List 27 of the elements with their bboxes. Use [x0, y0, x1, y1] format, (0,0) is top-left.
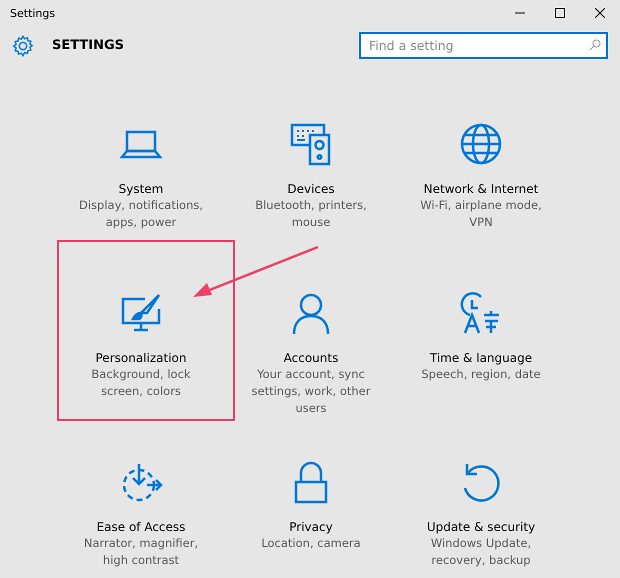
category-description: Windows Update, recovery, backup: [430, 535, 532, 569]
search-field[interactable]: Find a setting: [359, 32, 608, 59]
maximize-icon: [555, 8, 565, 18]
search-icon: [589, 39, 601, 51]
category-description: Speech, region, date: [421, 366, 541, 383]
category-description: Wi-Fi, airplane mode, VPN: [420, 197, 542, 231]
keyboard-speaker-icon: [289, 122, 333, 166]
category-title[interactable]: Devices: [287, 182, 335, 196]
category-title[interactable]: Accounts: [284, 351, 338, 365]
settings-icon: [12, 34, 34, 56]
category-description: Bluetooth, printers, mouse: [255, 197, 367, 231]
category-title[interactable]: Ease of Access: [96, 520, 186, 534]
category-description: Location, camera: [261, 535, 361, 552]
category-title[interactable]: Network & Internet: [424, 182, 538, 196]
category-title[interactable]: Personalization: [96, 351, 186, 365]
category-description: Your account, sync settings, work, other users: [252, 366, 370, 417]
category-title[interactable]: Privacy: [289, 520, 333, 534]
category-description: Background, lock screen, colors: [91, 366, 191, 400]
close-icon: [595, 8, 605, 18]
category-title[interactable]: Update & security: [426, 520, 536, 534]
category-title[interactable]: System: [118, 182, 164, 196]
globe-icon: [459, 122, 503, 166]
category-title[interactable]: Time & language: [430, 351, 532, 365]
window-title: Settings: [10, 6, 56, 20]
page-title: SETTINGS: [52, 38, 124, 53]
category-description: Display, notifications, apps, power: [78, 197, 204, 231]
category-description: Narrator, magnifier, high contrast: [84, 535, 198, 569]
